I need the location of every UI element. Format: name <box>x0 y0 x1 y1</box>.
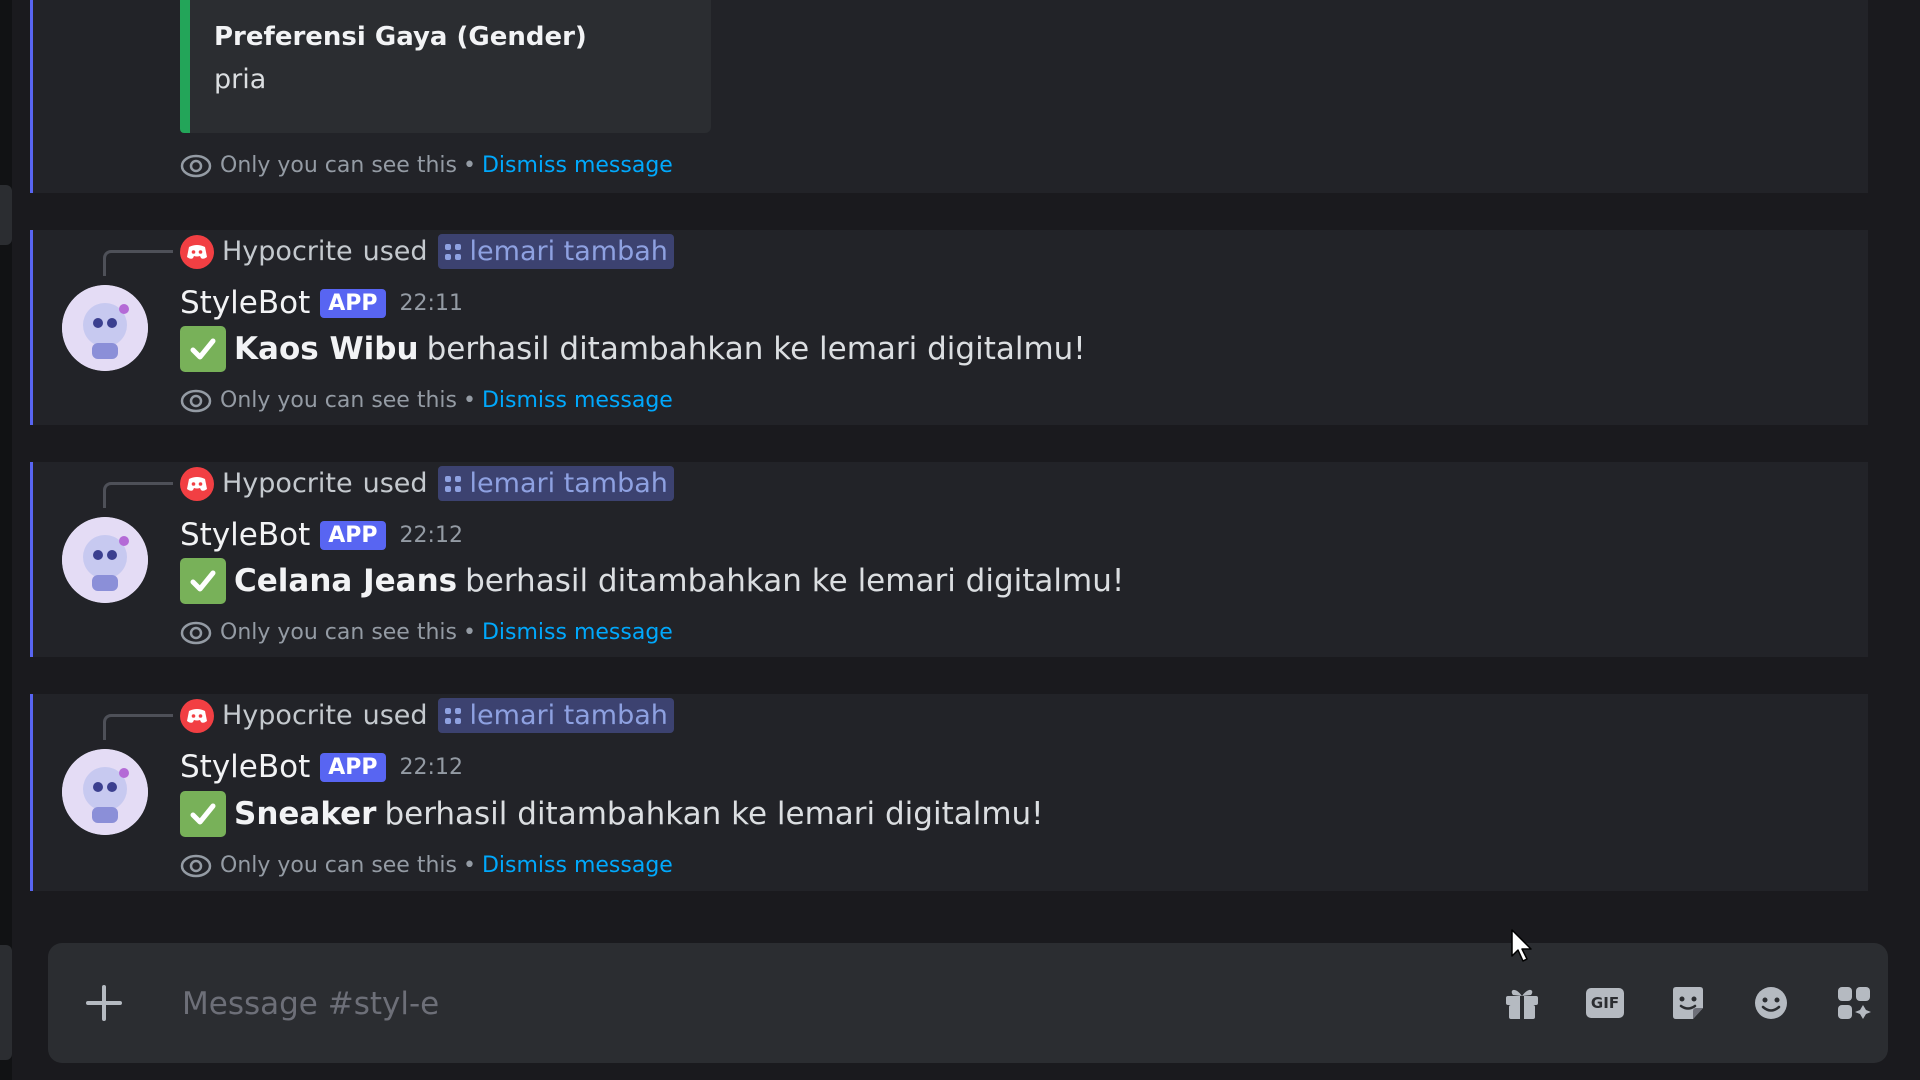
ephemeral-text: Only you can see this <box>220 388 457 413</box>
app-launcher-icon[interactable] <box>1830 979 1878 1027</box>
discord-icon[interactable] <box>180 698 214 733</box>
app-badge: APP <box>320 752 386 782</box>
check-icon <box>180 326 226 372</box>
ephemeral-notice: Only you can see this • Dismiss message <box>180 620 673 645</box>
ephemeral-text: Only you can see this <box>220 620 457 645</box>
message-content: Kaos Wibu berhasil ditambahkan ke lemari… <box>180 326 1086 372</box>
command-chip[interactable]: lemari tambah <box>437 234 674 269</box>
apps-icon <box>444 707 461 724</box>
embed-field-name: Preferensi Gaya (Gender) <box>214 22 587 52</box>
app-badge: APP <box>320 288 386 318</box>
command-invocation: Hypocrite used lemari tambah <box>180 466 674 501</box>
ephemeral-text: Only you can see this <box>220 153 457 178</box>
used-label: used <box>362 236 428 267</box>
apps-icon <box>444 475 461 492</box>
author-name[interactable]: StyleBot <box>180 285 310 321</box>
item-name: Kaos Wibu <box>234 331 419 367</box>
message-header: StyleBot APP 22:11 <box>180 285 463 321</box>
invoker-name[interactable]: Hypocrite <box>222 700 353 731</box>
message-text: berhasil ditambahkan ke lemari digitalmu… <box>465 563 1125 599</box>
separator: • <box>462 620 476 645</box>
server-rail-edge <box>0 0 12 1080</box>
eye-icon <box>180 389 212 412</box>
eye-icon <box>180 154 212 177</box>
ephemeral-notice: Only you can see this • Dismiss message <box>180 853 673 878</box>
invoker-name[interactable]: Hypocrite <box>222 468 353 499</box>
author-name[interactable]: StyleBot <box>180 517 310 553</box>
sticker-icon[interactable] <box>1664 979 1712 1027</box>
plus-icon[interactable] <box>84 983 124 1023</box>
dismiss-message-link[interactable]: Dismiss message <box>482 153 673 178</box>
avatar[interactable] <box>62 749 148 835</box>
used-label: used <box>362 700 428 731</box>
command-chip[interactable]: lemari tambah <box>437 466 674 501</box>
message-text: berhasil ditambahkan ke lemari digitalmu… <box>426 331 1086 367</box>
item-name: Sneaker <box>234 796 377 832</box>
message-header: StyleBot APP 22:12 <box>180 517 463 553</box>
check-icon <box>180 558 226 604</box>
command-name: lemari tambah <box>469 468 668 499</box>
dismiss-message-link[interactable]: Dismiss message <box>482 620 673 645</box>
rail-pill <box>0 185 12 245</box>
invoker-name[interactable]: Hypocrite <box>222 236 353 267</box>
dismiss-message-link[interactable]: Dismiss message <box>482 853 673 878</box>
used-label: used <box>362 468 428 499</box>
timestamp[interactable]: 22:12 <box>400 523 463 548</box>
eye-icon <box>180 854 212 877</box>
timestamp[interactable]: 22:12 <box>400 755 463 780</box>
check-icon <box>180 791 226 837</box>
command-name: lemari tambah <box>469 236 668 267</box>
avatar[interactable] <box>62 285 148 371</box>
app-badge: APP <box>320 520 386 550</box>
message-input[interactable] <box>180 973 1464 1035</box>
command-invocation: Hypocrite used lemari tambah <box>180 698 674 733</box>
discord-icon[interactable] <box>180 466 214 501</box>
gif-icon[interactable]: GIF <box>1581 979 1629 1027</box>
eye-icon <box>180 621 212 644</box>
command-name: lemari tambah <box>469 700 668 731</box>
message-content: Celana Jeans berhasil ditambahkan ke lem… <box>180 558 1124 604</box>
embed: Preferensi Gaya (Gender) pria <box>180 0 711 133</box>
item-name: Celana Jeans <box>234 563 458 599</box>
message-header: StyleBot APP 22:12 <box>180 749 463 785</box>
ephemeral-notice: Only you can see this • Dismiss message <box>180 388 673 413</box>
message-content: Sneaker berhasil ditambahkan ke lemari d… <box>180 791 1044 837</box>
reply-connector <box>103 482 173 508</box>
ephemeral-notice: Only you can see this • Dismiss message <box>180 153 673 178</box>
gif-label: GIF <box>1586 988 1624 1018</box>
reply-connector <box>103 714 173 740</box>
separator: • <box>462 153 476 178</box>
message-composer: GIF <box>48 943 1888 1063</box>
command-invocation: Hypocrite used lemari tambah <box>180 234 674 269</box>
separator: • <box>462 388 476 413</box>
timestamp[interactable]: 22:11 <box>400 291 463 316</box>
ephemeral-text: Only you can see this <box>220 853 457 878</box>
discord-icon[interactable] <box>180 234 214 269</box>
separator: • <box>462 853 476 878</box>
dismiss-message-link[interactable]: Dismiss message <box>482 388 673 413</box>
reply-connector <box>103 250 173 276</box>
apps-icon <box>444 243 461 260</box>
rail-pill <box>0 945 12 1060</box>
embed-field-value: pria <box>214 64 267 95</box>
cursor-icon <box>1510 928 1534 964</box>
gift-icon[interactable] <box>1498 979 1546 1027</box>
avatar[interactable] <box>62 517 148 603</box>
author-name[interactable]: StyleBot <box>180 749 310 785</box>
chat-window: Preferensi Gaya (Gender) pria Only you c… <box>0 0 1920 1080</box>
command-chip[interactable]: lemari tambah <box>437 698 674 733</box>
emoji-icon[interactable] <box>1747 979 1795 1027</box>
message-text: berhasil ditambahkan ke lemari digitalmu… <box>384 796 1044 832</box>
